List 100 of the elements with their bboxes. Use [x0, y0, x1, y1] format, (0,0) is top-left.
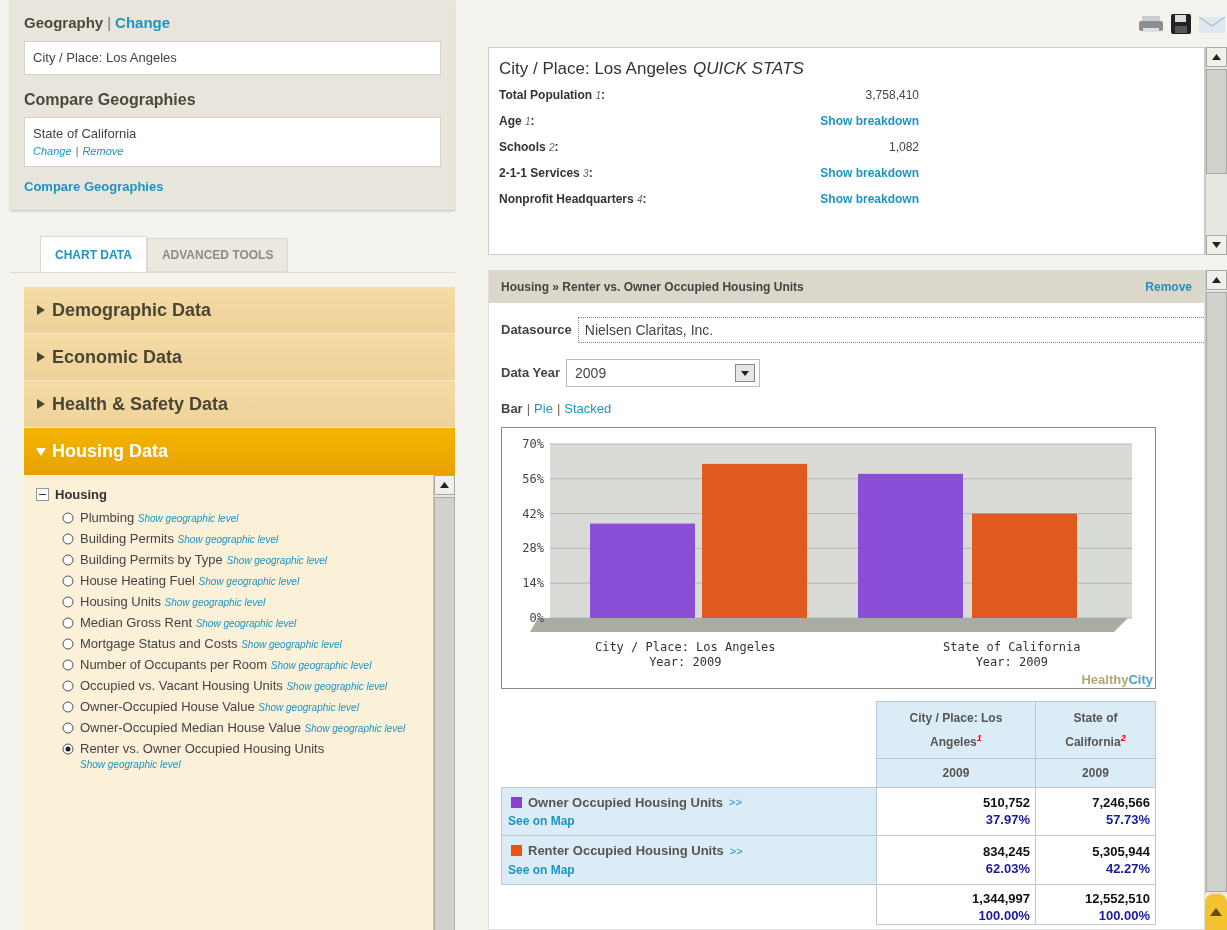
percent-value: 100.00%: [977, 906, 1030, 924]
geographic-level-link[interactable]: Show geographic level: [164, 596, 266, 608]
show-breakdown-link[interactable]: Show breakdown: [769, 112, 919, 130]
save-icon[interactable]: [1171, 13, 1191, 34]
axis-tick-label: 14%: [522, 575, 544, 590]
radio-button[interactable]: [62, 595, 74, 608]
scroll-up-icon[interactable]: [1212, 54, 1221, 60]
radio-button[interactable]: [62, 700, 74, 713]
geographic-level-link[interactable]: Show geographic level: [177, 533, 279, 545]
scroll-up-icon[interactable]: [440, 482, 449, 488]
see-on-map-link[interactable]: See on Map: [508, 862, 575, 877]
data-item-label[interactable]: Median Gross Rent Show geographic level: [80, 614, 297, 631]
section-title: Compare Geographies: [24, 89, 197, 110]
year-header: 2009: [1035, 758, 1156, 787]
data-item-label[interactable]: Housing Units Show geographic level: [80, 593, 266, 610]
geographic-level-link[interactable]: Show geographic level: [137, 512, 239, 524]
geographic-level-link[interactable]: Show geographic level: [198, 575, 300, 587]
radio-button[interactable]: [62, 658, 74, 671]
scroll-down-icon[interactable]: [1212, 242, 1221, 248]
remove-link[interactable]: Remove: [1145, 278, 1192, 296]
count-value: 7,246,566: [1091, 794, 1150, 812]
scroll-up-icon[interactable]: [1212, 277, 1221, 283]
scroll-to-top-button[interactable]: [1205, 894, 1227, 930]
axis-tick-label: 70%: [522, 436, 544, 451]
geographic-level-link[interactable]: Show geographic level: [80, 758, 181, 770]
up-arrow-icon: [1210, 908, 1222, 916]
geographic-level-link[interactable]: Show geographic level: [241, 638, 342, 650]
print-icon[interactable]: [1139, 13, 1163, 34]
chart-type-link[interactable]: Pie: [534, 399, 553, 419]
data-item-label[interactable]: Owner-Occupied House Value Show geographic level: [80, 698, 359, 715]
data-item-label[interactable]: Building Permits Show geographic level: [80, 530, 279, 547]
category-header[interactable]: Housing Data: [24, 428, 455, 475]
separator: |: [75, 144, 79, 159]
data-item-label[interactable]: Number of Occupants per Room Show geographic level: [80, 656, 372, 673]
radio-button[interactable]: [62, 574, 74, 587]
radio-button[interactable]: [62, 532, 74, 545]
count-value: 1,344,997: [971, 889, 1030, 907]
data-item-label[interactable]: Plumbing Show geographic level: [80, 509, 239, 526]
radio-button[interactable]: [62, 553, 74, 566]
axis-tick-label: 42%: [522, 506, 544, 521]
axis-tick-label: 56%: [522, 471, 544, 486]
datasource-field[interactable]: Nielsen Claritas, Inc.: [577, 317, 1206, 343]
geographic-level-link[interactable]: Show geographic level: [195, 617, 297, 629]
data-item-label[interactable]: Building Permits by Type Show geographic level: [80, 551, 328, 568]
column-header: City / Place: Los Angeles$^{1}$: [876, 701, 1036, 758]
geographic-level-link[interactable]: Show geographic level: [226, 554, 328, 566]
chart-type-link[interactable]: Bar: [501, 399, 523, 419]
change-link[interactable]: Change: [33, 143, 72, 160]
category-label: City / Place: Los Angeles Year: 2009: [594, 639, 776, 670]
tree-node-label[interactable]: Housing: [55, 485, 107, 505]
geographic-level-link[interactable]: Show geographic level: [286, 680, 388, 692]
panel-title: Housing » Renter vs. Owner Occupied Housing Units: [501, 279, 804, 296]
more-link[interactable]: >>: [729, 794, 742, 811]
axis-tick-label: 0%: [529, 610, 544, 625]
radio-button[interactable]: [62, 721, 74, 734]
category-header[interactable]: Economic Data: [24, 334, 455, 381]
year-dropdown[interactable]: 2009: [566, 359, 761, 387]
data-item-label[interactable]: Owner-Occupied Median House Value Show geographic level: [80, 719, 406, 736]
quick-stats-title: City / Place: Los Angeles: [499, 58, 688, 80]
show-breakdown-link[interactable]: Show breakdown: [769, 190, 919, 208]
radio-button[interactable]: [62, 679, 74, 692]
collapse-icon[interactable]: [36, 488, 49, 502]
scrollbar[interactable]: [433, 475, 455, 930]
geographic-level-link[interactable]: Show geographic level: [270, 659, 372, 671]
separator: |: [107, 13, 112, 33]
compare-geography-value: State of California: [33, 124, 138, 143]
data-item-label[interactable]: Mortgage Status and Costs Show geographic level: [80, 635, 342, 652]
radio-button[interactable]: [62, 616, 74, 629]
scrollbar[interactable]: [1205, 270, 1227, 894]
show-breakdown-link[interactable]: Show breakdown: [769, 164, 919, 182]
data-item-label[interactable]: House Heating Fuel Show geographic level: [80, 572, 300, 589]
change-link[interactable]: Change: [115, 12, 171, 35]
row-label: Renter Occupied Housing Units: [528, 842, 724, 860]
remove-link[interactable]: Remove: [82, 143, 124, 160]
radio-button[interactable]: [62, 511, 74, 524]
geographic-level-link[interactable]: Show geographic level: [304, 722, 406, 734]
tab[interactable]: ADVANCED TOOLS: [146, 238, 289, 272]
stat-label: Schools 2:: [499, 139, 560, 156]
field-label: Data Year: [501, 364, 561, 383]
percent-value: 62.03%: [984, 859, 1030, 877]
scrollbar[interactable]: [1205, 47, 1227, 255]
category-header[interactable]: Health & Safety Data: [24, 381, 455, 428]
data-item-label[interactable]: Renter vs. Owner Occupied Housing Units Show geographic level: [80, 740, 413, 772]
geography-field[interactable]: City / Place: Los Angeles: [24, 40, 441, 75]
chart-type-link[interactable]: Stacked: [564, 399, 612, 419]
radio-button[interactable]: [62, 637, 74, 650]
geographic-level-link[interactable]: Show geographic level: [258, 701, 359, 713]
caret-down-icon: [36, 446, 46, 457]
section-title: Geography: [24, 13, 104, 33]
field-label: Datasource: [501, 321, 572, 340]
more-link[interactable]: >>: [729, 842, 743, 859]
data-item-label[interactable]: Occupied vs. Vacant Housing Units Show geographic level: [80, 677, 388, 694]
category-header[interactable]: Demographic Data: [24, 287, 455, 334]
percent-value: 57.73%: [1104, 811, 1150, 829]
caret-right-icon: [36, 352, 46, 362]
radio-button[interactable]: [62, 742, 74, 755]
tab[interactable]: CHART DATA: [40, 236, 147, 272]
compare-geographies-link[interactable]: Compare Geographies: [24, 176, 441, 196]
percent-value: 42.27%: [1104, 859, 1150, 877]
see-on-map-link[interactable]: See on Map: [508, 814, 575, 828]
